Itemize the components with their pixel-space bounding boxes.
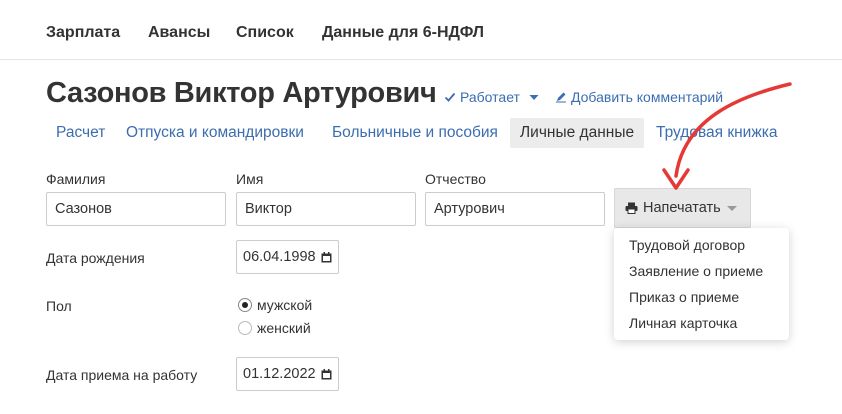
patronymic-field[interactable] xyxy=(425,192,605,226)
first-name-field[interactable] xyxy=(236,192,416,226)
calendar-icon[interactable] xyxy=(321,251,332,263)
menu-item-personal-card[interactable]: Личная карточка xyxy=(629,315,737,331)
pencil-icon xyxy=(556,92,566,103)
last-name-label: Фамилия xyxy=(46,171,106,187)
tab-work-record-book[interactable]: Трудовая книжка xyxy=(646,118,787,148)
last-name-field[interactable] xyxy=(46,192,226,226)
status-dropdown[interactable]: Работает xyxy=(444,89,540,105)
gender-option-female[interactable]: женский xyxy=(238,320,311,336)
first-name-label: Имя xyxy=(236,171,264,187)
chevron-down-icon xyxy=(529,95,539,100)
radio-button-female[interactable] xyxy=(238,321,252,335)
hire-date-field[interactable]: 01.12.2022 xyxy=(236,357,339,391)
menu-item-hiring-order[interactable]: Приказ о приеме xyxy=(629,289,739,305)
nav-item-advances[interactable]: Авансы xyxy=(148,24,210,42)
status-label: Работает xyxy=(460,89,520,105)
hire-date-label: Дата приема на работу xyxy=(46,367,198,383)
menu-item-employment-contract[interactable]: Трудовой договор xyxy=(629,237,745,253)
gender-option-male-label: мужской xyxy=(257,297,313,313)
birth-date-value: 06.04.1998 xyxy=(243,249,316,265)
print-button-label: Напечатать xyxy=(643,200,721,216)
top-navigation: Зарплата Авансы Список Данные для 6-НДФЛ xyxy=(0,0,842,60)
tab-calculation[interactable]: Расчет xyxy=(46,118,115,148)
gender-label: Пол xyxy=(46,298,72,314)
patronymic-label: Отчество xyxy=(425,171,486,187)
menu-item-hiring-application[interactable]: Заявление о приеме xyxy=(629,263,763,279)
gender-option-male[interactable]: мужской xyxy=(238,297,312,313)
caret-down-icon xyxy=(727,206,737,211)
add-comment-label: Добавить комментарий xyxy=(571,89,724,105)
gender-option-female-label: женский xyxy=(257,320,311,336)
tab-vacations-trips[interactable]: Отпуска и командировки xyxy=(116,118,314,148)
hire-date-value: 01.12.2022 xyxy=(243,366,316,382)
tab-personal-data[interactable]: Личные данные xyxy=(510,118,645,148)
print-button[interactable]: Напечатать xyxy=(614,188,751,228)
tab-sick-leave-benefits[interactable]: Больничные и пособия xyxy=(322,118,508,148)
nav-item-list[interactable]: Список xyxy=(236,24,294,42)
calendar-icon[interactable] xyxy=(321,368,332,380)
page-title: Сазонов Виктор Артурович xyxy=(46,77,437,109)
printer-icon xyxy=(625,202,638,214)
print-dropdown-menu: Трудовой договор Заявление о приеме Прик… xyxy=(614,228,789,340)
birth-date-label: Дата рождения xyxy=(46,250,145,266)
checkmark-icon xyxy=(444,92,456,102)
nav-item-salary[interactable]: Зарплата xyxy=(46,24,120,42)
birth-date-field[interactable]: 06.04.1998 xyxy=(236,240,339,274)
nav-item-6ndfl-data[interactable]: Данные для 6-НДФЛ xyxy=(322,24,484,42)
radio-button-male[interactable] xyxy=(238,298,252,312)
add-comment-link[interactable]: Добавить комментарий xyxy=(555,89,723,105)
